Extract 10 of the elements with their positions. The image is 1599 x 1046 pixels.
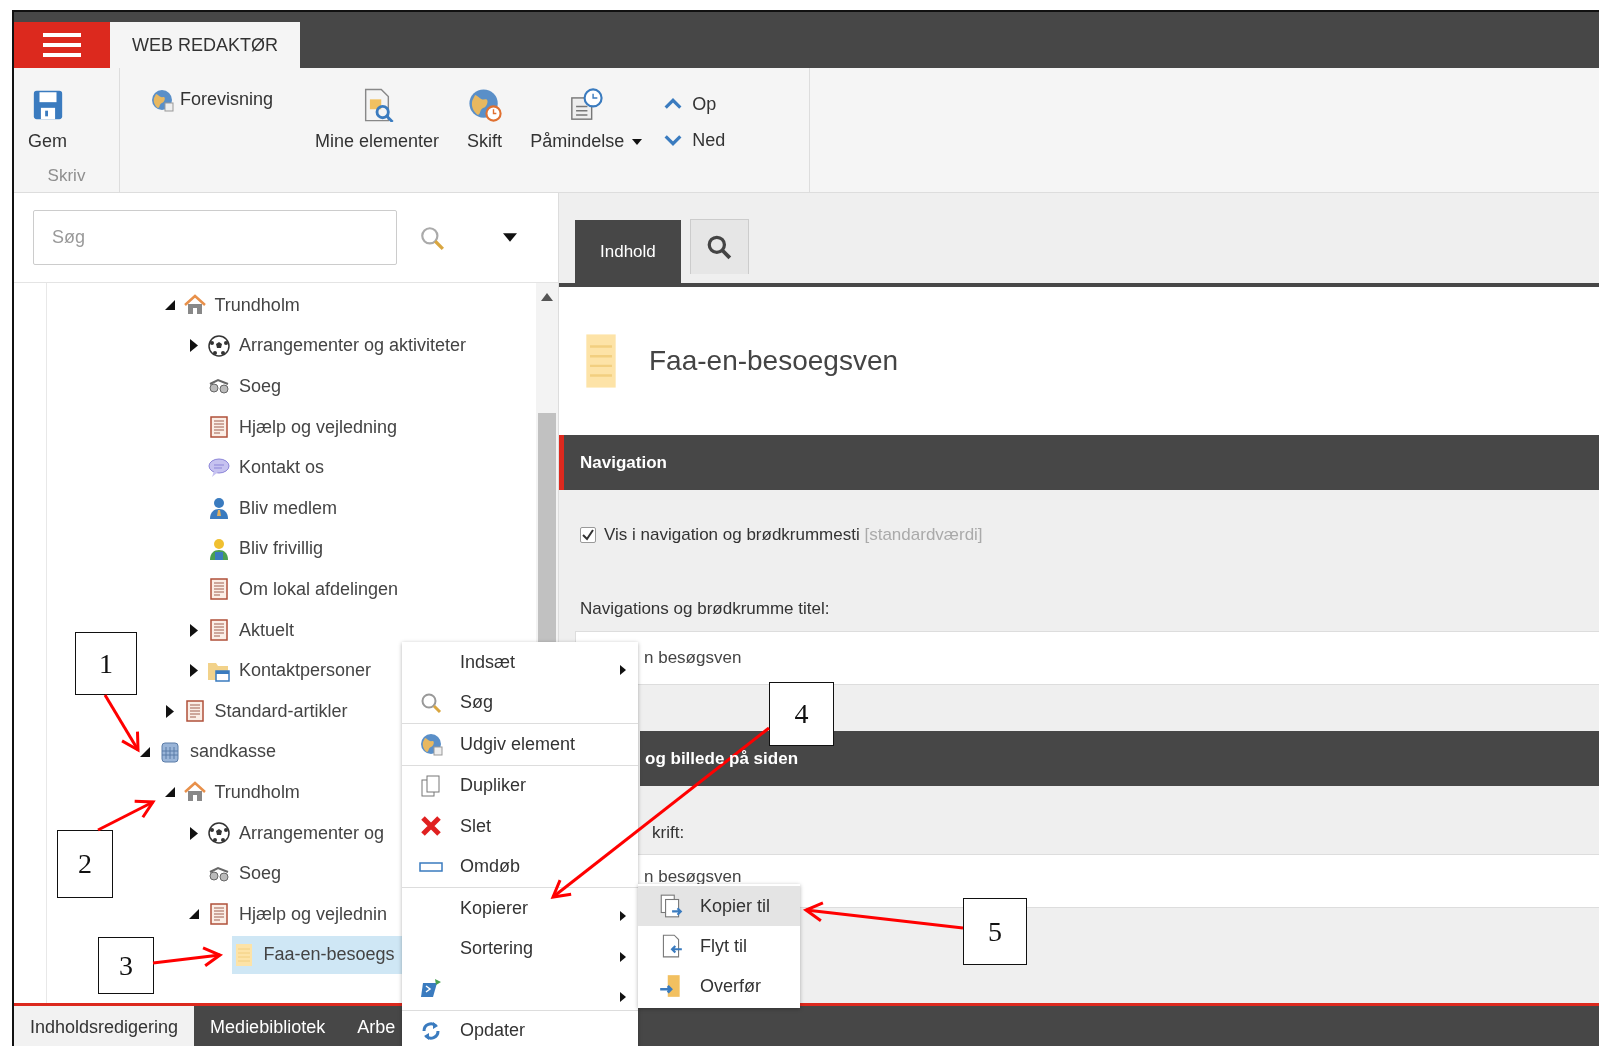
callout-label: 1	[75, 632, 137, 695]
checkbox-label: Vis i navigation og brødkrummesti [standardværdi]	[604, 524, 983, 546]
callout-label: 5	[963, 898, 1027, 965]
callout-label: 2	[57, 830, 113, 898]
callout-label: 3	[98, 937, 154, 994]
field-label: krift:	[652, 823, 685, 842]
callout-label: 4	[769, 682, 834, 746]
group-label: Skriv	[46, 164, 87, 187]
field-label: Navigations og brødkrumme titel:	[580, 598, 830, 618]
item-title: Faa-en-besoegsven	[649, 344, 899, 378]
